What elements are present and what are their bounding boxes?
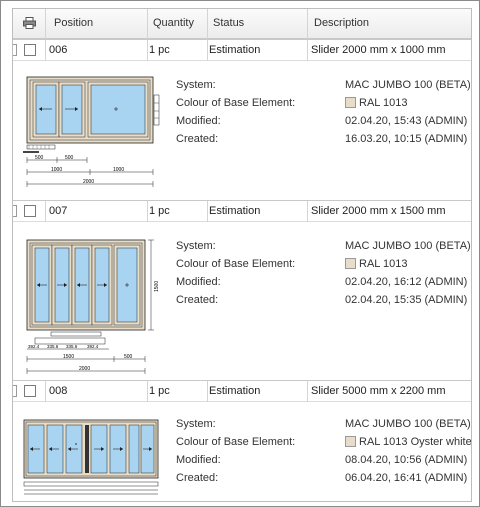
value-modified: 02.04.20, 15:43 (ADMIN) (345, 115, 468, 127)
value-created: 02.04.20, 15:35 (ADMIN) (345, 294, 468, 306)
value-system: MAC JUMBO 100 (BETA) (345, 418, 471, 430)
svg-text:1500: 1500 (154, 281, 160, 292)
colour-swatch (345, 97, 356, 108)
label-created: Created: (176, 472, 219, 484)
window-drawing[interactable]: 500 500 1000 1000 2000 (21, 69, 161, 195)
row-position: 008 (46, 381, 148, 402)
value-system: MAC JUMBO 100 (BETA) (345, 240, 471, 252)
row-status: Estimation (208, 201, 308, 222)
positions-list: Position Quantity Status Description 006… (12, 8, 472, 502)
label-colour: Colour of Base Element: (176, 97, 296, 109)
label-system: System: (176, 418, 216, 430)
column-header-position[interactable]: Position (46, 9, 148, 39)
table-row[interactable]: 006 1 pc Estimation Slider 2000 mm x 100… (13, 39, 471, 61)
window-drawing[interactable]: 1500 392.4 335.6 335.6 392.4 1500 500 20… (21, 228, 161, 378)
list-header: Position Quantity Status Description (13, 9, 471, 39)
value-system: MAC JUMBO 100 (BETA) (345, 79, 471, 91)
row-description: Slider 5000 mm x 2200 mm (311, 385, 446, 397)
label-system: System: (176, 79, 216, 91)
row-checkbox[interactable] (24, 385, 36, 397)
row-quantity: 1 pc (148, 40, 208, 61)
svg-text:392.4: 392.4 (87, 344, 99, 349)
table-row[interactable]: 008 1 pc Estimation Slider 5000 mm x 220… (13, 380, 471, 402)
svg-text:1000: 1000 (51, 167, 62, 173)
svg-text:500: 500 (65, 155, 74, 161)
label-created: Created: (176, 133, 219, 145)
colour-swatch (345, 258, 356, 269)
window-frame: Position Quantity Status Description 006… (0, 0, 480, 507)
item-details: 1500 392.4 335.6 335.6 392.4 1500 500 20… (13, 222, 471, 380)
item-details: 500 500 1000 1000 2000 System: MAC JUMBO… (13, 61, 471, 199)
colour-swatch (345, 436, 356, 447)
svg-text:335.6: 335.6 (47, 344, 59, 349)
row-position: 007 (46, 201, 148, 222)
svg-text:2000: 2000 (79, 366, 90, 372)
value-colour: RAL 1013 (345, 257, 408, 271)
svg-text:1000: 1000 (113, 167, 124, 173)
printer-icon (23, 17, 36, 29)
label-colour: Colour of Base Element: (176, 258, 296, 270)
label-modified: Modified: (176, 115, 221, 127)
svg-text:2000: 2000 (83, 179, 94, 185)
value-colour: RAL 1013 Oyster white (345, 435, 471, 449)
row-position: 006 (46, 40, 148, 61)
value-colour: RAL 1013 (345, 96, 408, 110)
value-created: 16.03.20, 10:15 (ADMIN) (345, 133, 468, 145)
row-description: Slider 2000 mm x 1000 mm (311, 44, 446, 56)
label-created: Created: (176, 294, 219, 306)
row-checkbox[interactable] (24, 44, 36, 56)
label-modified: Modified: (176, 276, 221, 288)
svg-text:1500: 1500 (63, 354, 74, 360)
svg-text:335.6: 335.6 (66, 344, 78, 349)
row-quantity: 1 pc (148, 381, 208, 402)
row-checkbox[interactable] (24, 205, 36, 217)
row-status: Estimation (208, 40, 308, 61)
value-modified: 02.04.20, 16:12 (ADMIN) (345, 276, 468, 288)
row-description: Slider 2000 mm x 1500 mm (311, 205, 446, 217)
table-row[interactable]: 007 1 pc Estimation Slider 2000 mm x 150… (13, 200, 471, 222)
label-colour: Colour of Base Element: (176, 436, 296, 448)
svg-text:500: 500 (35, 155, 44, 161)
label-modified: Modified: (176, 454, 221, 466)
svg-text:500: 500 (124, 354, 133, 360)
value-modified: 08.04.20, 10:56 (ADMIN) (345, 454, 468, 466)
row-status: Estimation (208, 381, 308, 402)
svg-text:392.4: 392.4 (28, 344, 40, 349)
column-header-description[interactable]: Description (308, 9, 471, 39)
window-drawing[interactable] (21, 412, 161, 500)
value-created: 06.04.20, 16:41 (ADMIN) (345, 472, 468, 484)
row-quantity: 1 pc (148, 201, 208, 222)
column-header-status[interactable]: Status (208, 9, 308, 39)
item-details: System: MAC JUMBO 100 (BETA) Colour of B… (13, 402, 471, 501)
column-header-quantity[interactable]: Quantity (148, 9, 208, 39)
print-button[interactable] (13, 9, 46, 39)
label-system: System: (176, 240, 216, 252)
